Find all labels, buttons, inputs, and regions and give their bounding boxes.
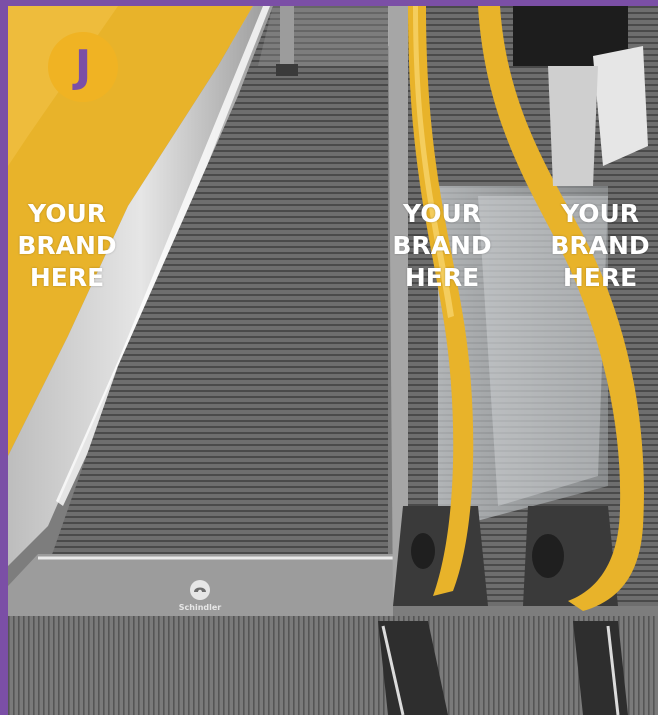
brand-line: YOUR [27,199,106,228]
brand-line: YOUR [560,199,639,228]
person-leg [280,6,294,66]
logo-letter: J [74,41,92,92]
brand-line: HERE [562,263,638,292]
purple-frame: J YOUR BRAND HERE YOUR BRAND HERE YOUR B… [0,0,658,715]
brand-line: BRAND [550,231,650,260]
escalator-photo: J YOUR BRAND HERE YOUR BRAND HERE YOUR B… [8,6,658,715]
brand-line: HERE [404,263,480,292]
brand-placeholder-right: YOUR BRAND HERE [535,198,658,294]
floor-grate [8,616,658,715]
schindler-logo-icon: Schindler [179,580,222,612]
logo-badge: J [48,32,118,102]
escalator-scene [8,6,658,715]
schindler-logo-text: Schindler [179,603,222,612]
brand-line: YOUR [402,199,481,228]
brand-line: HERE [29,263,105,292]
brand-line: BRAND [17,231,117,260]
brand-line: BRAND [392,231,492,260]
brand-placeholder-middle: YOUR BRAND HERE [377,198,507,294]
brand-placeholder-left: YOUR BRAND HERE [8,198,132,294]
